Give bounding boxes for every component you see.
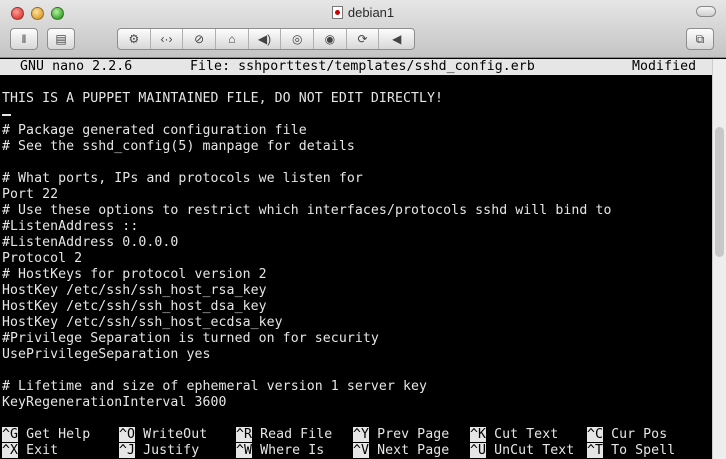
device-toolbar: ⚙ ‹·› ⊘ ⌂ ◀) ◎ ◉ ⟳ ◀ (117, 28, 415, 50)
pause-button[interactable]: ‖ (10, 28, 38, 50)
window-title: debian1 (331, 5, 395, 20)
printer-button[interactable]: ⌂ (216, 29, 249, 49)
editor-line: # Lifetime and size of ephemeral version… (2, 379, 428, 394)
snapshot-button[interactable]: ▤ (47, 28, 75, 50)
pause-icon: ‖ (21, 32, 27, 46)
disk-button[interactable]: ⊘ (183, 29, 217, 49)
cd-icon: ◎ (291, 32, 303, 46)
window-titlebar: debian1 ‖ ▤ ⚙ ‹·› ⊘ ⌂ ◀) ◎ ◉ ⟳ ◀ ⧉ (0, 0, 726, 58)
shortcut-item: ^W Where Is (236, 443, 324, 459)
editor-line: Port 22 (2, 187, 59, 202)
fullscreen-icon: ⧉ (695, 31, 705, 46)
document-icon (331, 6, 343, 19)
scrollbar-thumb[interactable] (715, 127, 724, 257)
shortcut-item: ^R Read File (236, 427, 332, 443)
shortcut-label: To Spell (611, 443, 676, 458)
settings-button[interactable]: ⚙ (118, 29, 151, 49)
shortcut-key: ^T (587, 443, 604, 458)
toolbar-toggle-button[interactable] (696, 6, 716, 17)
shortcut-label: Get Help (26, 427, 91, 442)
editor-line: KeyRegenerationInterval 3600 (2, 395, 227, 410)
editor-line: HostKey /etc/ssh/ssh_host_dsa_key (2, 299, 267, 314)
shortcut-key: ^O (119, 427, 136, 442)
nano-title-bar: GNU nano 2.2.6 File: sshporttest/templat… (0, 59, 712, 75)
terminal-screen[interactable]: GNU nano 2.2.6 File: sshporttest/templat… (0, 59, 712, 459)
shortcut-key: ^C (587, 427, 604, 442)
editor-line: # Package generated configuration file (2, 123, 307, 138)
disk-icon: ⊘ (194, 32, 205, 46)
editor-line: #ListenAddress 0.0.0.0 (2, 235, 179, 250)
fullscreen-button[interactable]: ⧉ (686, 28, 714, 50)
camera-button[interactable]: ◉ (314, 29, 347, 49)
sound-button[interactable]: ◀) (249, 29, 282, 49)
shortcut-label: Cut Text (494, 427, 559, 442)
nano-filename: File: sshporttest/templates/sshd_config.… (190, 59, 535, 74)
shortcut-label: UnCut Text (494, 443, 575, 458)
shortcut-item: ^U UnCut Text (470, 443, 574, 459)
shortcut-label: Justify (143, 443, 200, 458)
shortcut-key: ^J (119, 443, 136, 458)
editor-line: # Use these options to restrict which in… (2, 203, 612, 218)
shortcut-key: ^R (236, 427, 253, 442)
shortcut-label: Prev Page (377, 427, 450, 442)
editor-line: #ListenAddress :: (2, 219, 139, 234)
usb-button[interactable]: ⟳ (347, 29, 380, 49)
shortcut-key: ^V (353, 443, 370, 458)
printer-icon: ⌂ (228, 32, 236, 46)
usb-icon: ⟳ (357, 32, 368, 46)
editor-line: THIS IS A PUPPET MAINTAINED FILE, DO NOT… (2, 91, 444, 106)
shortcut-key: ^G (2, 427, 19, 442)
window-title-text: debian1 (347, 5, 395, 20)
shortcut-item: ^V Next Page (353, 443, 449, 459)
shortcut-label: WriteOut (143, 427, 208, 442)
cd-button[interactable]: ◎ (281, 29, 315, 49)
network-button[interactable]: ‹·› (151, 29, 184, 49)
nano-version: GNU nano 2.2.6 (20, 59, 133, 74)
editor-line: # What ports, IPs and protocols we liste… (2, 171, 363, 186)
editor-line: Protocol 2 (2, 251, 83, 266)
shortcut-item: ^X Exit (2, 443, 58, 459)
shortcut-label: Where Is (260, 443, 325, 458)
shortcut-label: Exit (26, 443, 59, 458)
shortcut-item: ^T To Spell (587, 443, 675, 459)
speaker-icon: ◀) (257, 32, 272, 46)
shortcut-item: ^Y Prev Page (353, 427, 449, 443)
chevron-left-icon: ◀ (392, 32, 402, 46)
shortcut-key: ^U (470, 443, 487, 458)
shortcut-item: ^C Cur Pos (587, 427, 667, 443)
text-cursor (2, 114, 11, 116)
snapshot-icon: ▤ (55, 32, 67, 46)
editor-line: #Privilege Separation is turned on for s… (2, 331, 379, 346)
shortcut-item: ^O WriteOut (119, 427, 207, 443)
editor-line: HostKey /etc/ssh/ssh_host_rsa_key (2, 283, 267, 298)
shortcut-label: Read File (260, 427, 333, 442)
editor-line: HostKey /etc/ssh/ssh_host_ecdsa_key (2, 315, 283, 330)
shortcut-label: Next Page (377, 443, 450, 458)
shortcut-key: ^Y (353, 427, 370, 442)
editor-line: # See the sshd_config(5) manpage for det… (2, 139, 355, 154)
shortcut-label: Cur Pos (611, 427, 668, 442)
shortcut-key: ^W (236, 443, 253, 458)
shortcut-item: ^K Cut Text (470, 427, 558, 443)
editor-line: # HostKeys for protocol version 2 (2, 267, 267, 282)
shortcut-key: ^X (2, 443, 19, 458)
collapse-toolbar-button[interactable]: ◀ (379, 29, 414, 49)
camera-icon: ◉ (324, 32, 336, 46)
shortcut-item: ^G Get Help (2, 427, 90, 443)
wrench-icon: ⚙ (128, 32, 140, 46)
vertical-scrollbar[interactable] (712, 59, 726, 459)
shortcut-key: ^K (470, 427, 487, 442)
network-icon: ‹·› (160, 32, 173, 46)
shortcut-item: ^J Justify (119, 443, 199, 459)
nano-modified-status: Modified (632, 59, 697, 74)
editor-line: UsePrivilegeSeparation yes (2, 347, 211, 362)
